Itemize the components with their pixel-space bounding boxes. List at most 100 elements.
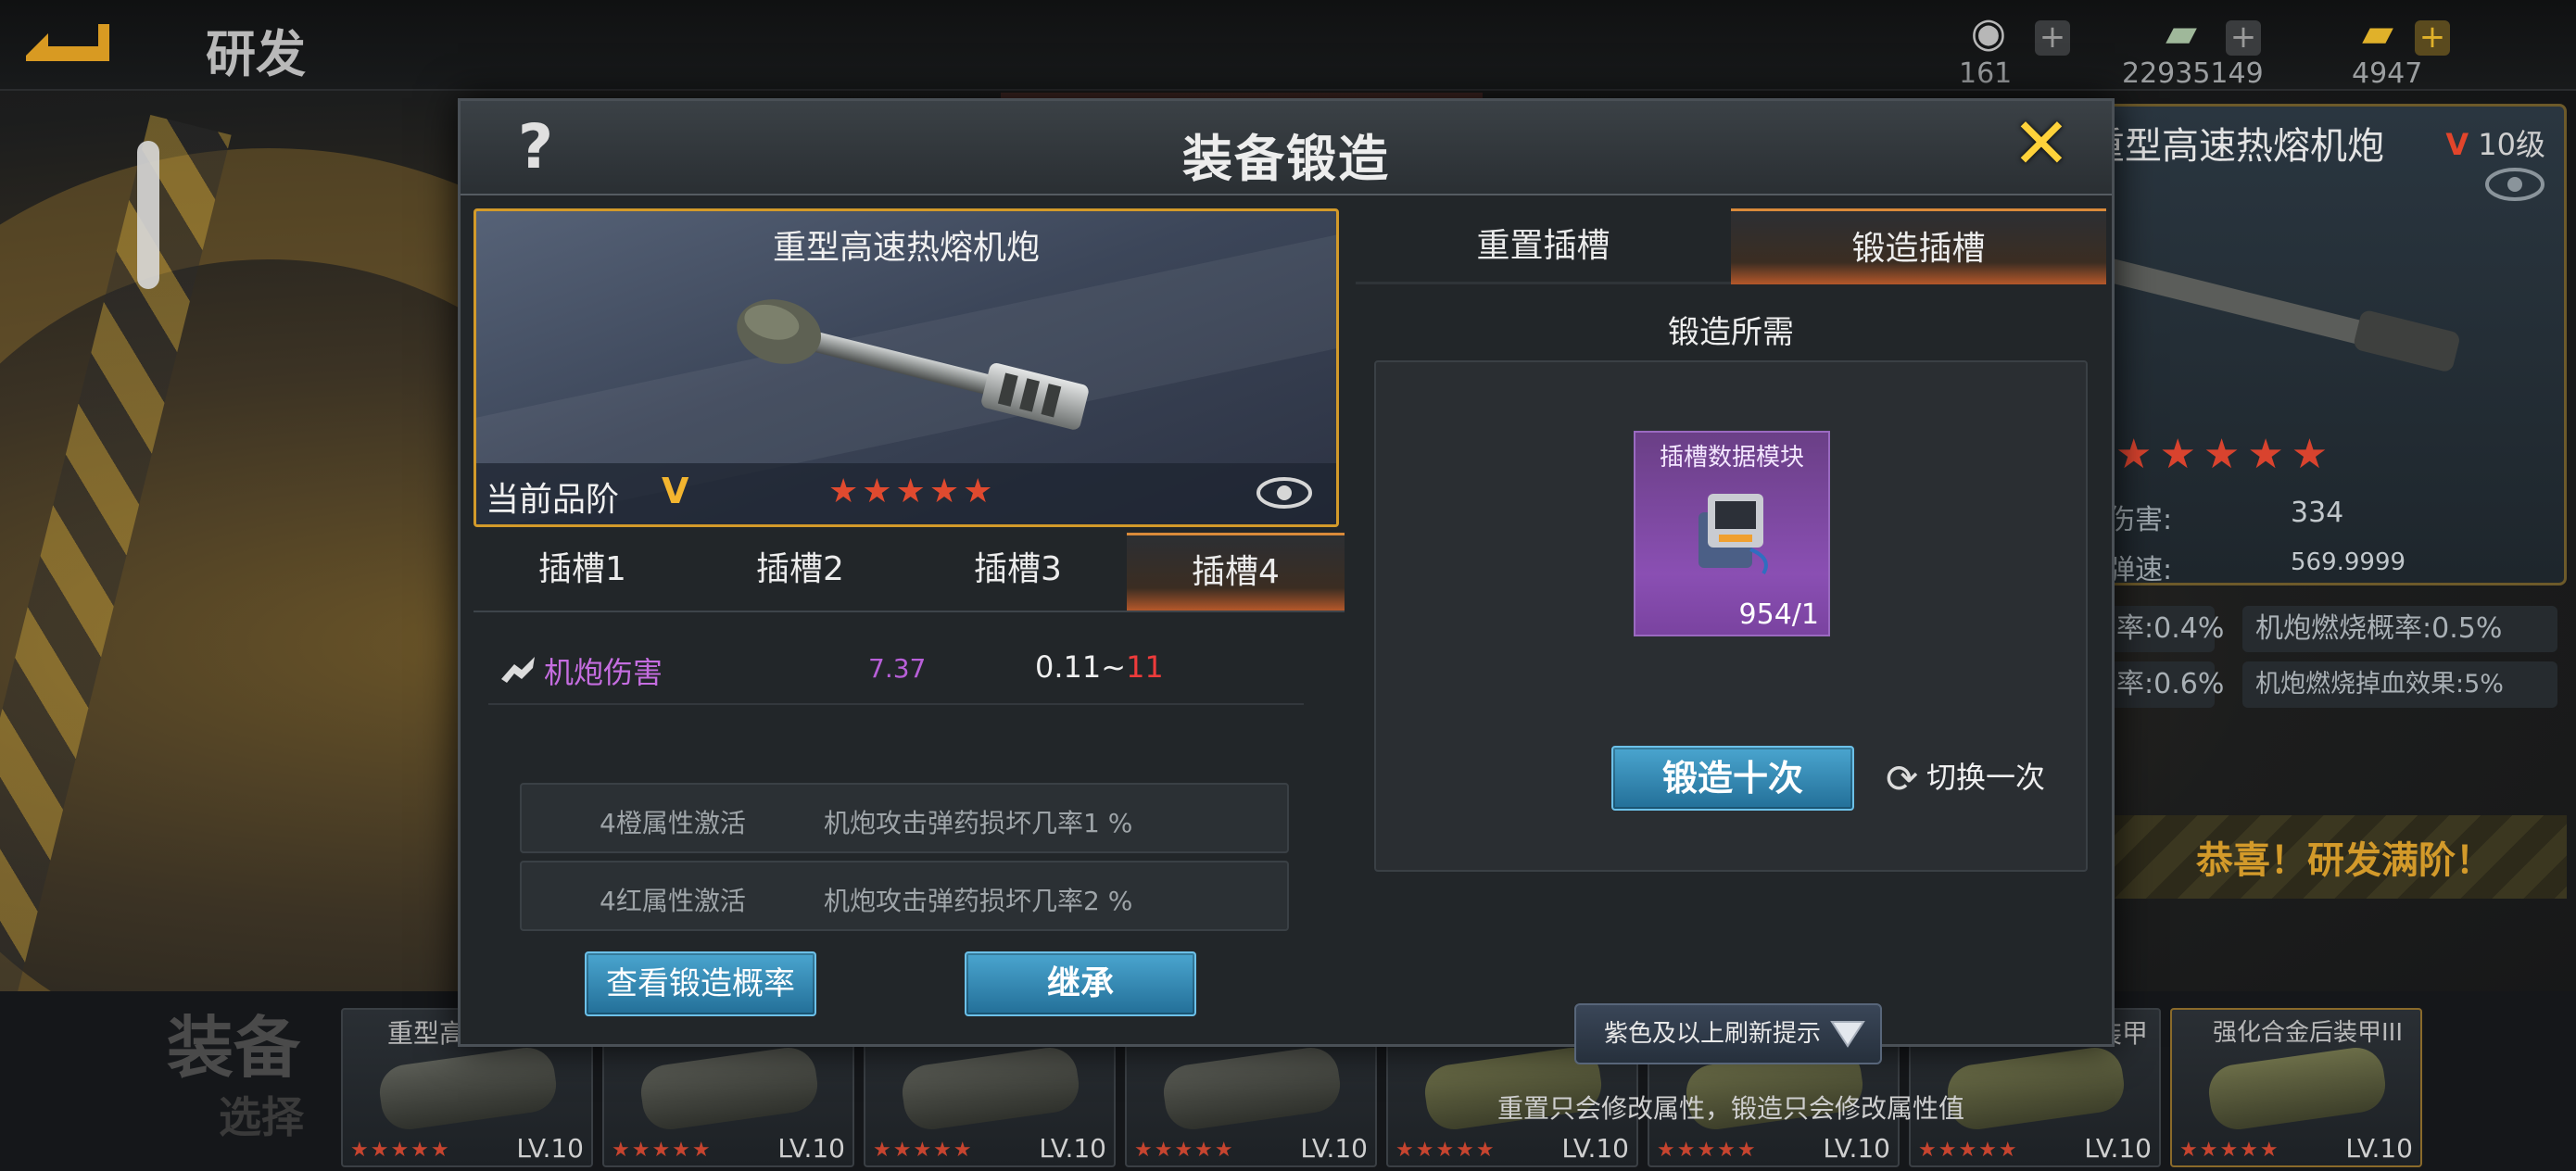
switch-once-toggle[interactable]: ⟳ 切换一次 <box>1886 751 2045 803</box>
add-cash-button[interactable]: + <box>2226 20 2261 56</box>
material-count: 954/1 <box>1738 598 1819 631</box>
grade-label: 当前品阶 <box>486 481 620 519</box>
attribute-range-max: 11 <box>1126 649 1164 685</box>
card-image <box>376 1044 560 1133</box>
slot-tabs: 插槽1 插槽2 插槽3 插槽4 <box>474 533 1345 612</box>
page-title: 研发 <box>206 25 306 83</box>
cannon-damage-glyph <box>501 657 535 683</box>
medal-icon: ◉ <box>1970 9 2007 57</box>
bg-chip: 机炮燃烧概率:0.5% <box>2242 606 2557 652</box>
bonus-label: 4橙属性激活 <box>600 808 746 838</box>
equipment-grade: V <box>2445 127 2469 162</box>
view-forge-rate-button[interactable]: 查看锻造概率 <box>585 951 816 1016</box>
equipment-name: 重型高速热熔机炮 <box>2088 125 2384 168</box>
bonus-row: 4橙属性激活 机炮攻击弹药损坏几率1 % <box>520 783 1289 853</box>
forge-dialog: ? 装备锻造 ✕ 重型高速热熔机炮 当前品阶 V ★★★★★ 插槽1 插槽2 插… <box>458 98 2115 1124</box>
card-stars: ★★★★★ <box>1395 1139 1496 1162</box>
item-name: 重型高速热熔机炮 <box>772 229 1040 267</box>
tab-slot-1[interactable]: 插槽1 <box>474 533 691 611</box>
stat-damage-value: 334 <box>2291 497 2344 529</box>
tab-forge-slot[interactable]: 锻造插槽 <box>1731 208 2106 284</box>
medal-count: 161 <box>1959 57 2013 90</box>
cannon-damage-icon <box>498 651 538 688</box>
card-level: LV.10 <box>1823 1133 1890 1164</box>
bg-chip: 率:0.6% <box>2103 661 2224 708</box>
card-image <box>1160 1044 1344 1133</box>
refresh-icon: ⟳ <box>1886 756 1919 801</box>
item-footer: 当前品阶 V ★★★★★ <box>476 463 1336 524</box>
card-image <box>638 1044 821 1133</box>
equipment-level-value: 10级 <box>2478 127 2545 162</box>
cannon-icon <box>737 299 1089 430</box>
strip-label: 装备 <box>167 1009 301 1087</box>
bg-chip: 率:0.4% <box>2103 606 2224 652</box>
card-stars: ★★★★★ <box>2179 1139 2280 1162</box>
grade-value: V <box>662 471 689 511</box>
card-stars: ★★★★★ <box>873 1139 974 1162</box>
equipment-preview <box>2100 258 2459 371</box>
card-image <box>899 1044 1082 1133</box>
banner-text: 恭喜！研发满阶！ <box>2196 839 2493 882</box>
attribute-name: 机炮伤害 <box>544 655 663 690</box>
card-level: LV.10 <box>2345 1133 2413 1164</box>
bonus-description: 机炮攻击弹药损坏几率1 % <box>824 808 1133 838</box>
gold-bars-icon: ▰ <box>2362 9 2393 57</box>
item-display: 重型高速热熔机炮 当前品阶 V ★★★★★ <box>474 208 1339 527</box>
card-level: LV.10 <box>777 1133 845 1164</box>
cash-icon: ▰ <box>2166 9 2197 57</box>
material-slot[interactable]: 插槽数据模块 954/1 <box>1634 431 1830 636</box>
forge-tabs: 重置插槽 锻造插槽 <box>1356 208 2106 284</box>
attribute-value: 7.37 <box>868 653 927 684</box>
card-image <box>2205 1044 2389 1133</box>
eye-icon[interactable] <box>1255 474 1314 511</box>
tab-reset-slot[interactable]: 重置插槽 <box>1356 208 1731 284</box>
card-stars: ★★★★★ <box>1134 1139 1235 1162</box>
scroll-handle[interactable] <box>137 141 159 289</box>
close-button[interactable]: ✕ <box>2008 108 2075 179</box>
max-level-banner: 恭喜！研发满阶！ <box>2103 815 2567 899</box>
attribute-range-min: 0.11~ <box>1035 649 1127 685</box>
requirement-box: 插槽数据模块 954/1 锻造十次 ⟳ 切换一次 <box>1374 360 2088 872</box>
card-level: LV.10 <box>1300 1133 1368 1164</box>
bg-chip: 机炮燃烧掉血效果:5% <box>2242 661 2557 708</box>
forge-note: 重置只会修改属性，锻造只会修改属性值 <box>1496 1093 1964 1124</box>
attribute-range: 0.11~11 <box>1035 649 1164 685</box>
back-button[interactable] <box>17 15 119 70</box>
triangle-down-icon <box>1830 1021 1865 1048</box>
gold-count: 4947 <box>2352 57 2423 90</box>
card-stars: ★★★★★ <box>1918 1139 2019 1162</box>
purple-refresh-filter-dropdown[interactable]: 紫色及以上刷新提示 <box>1574 1003 1882 1064</box>
card-level: LV.10 <box>516 1133 584 1164</box>
dialog-title: 装备锻造 <box>1182 130 1390 188</box>
bonus-description: 机炮攻击弹药损坏几率2 % <box>824 886 1133 916</box>
dialog-header: ? 装备锻造 ✕ <box>461 101 2112 195</box>
tab-slot-4[interactable]: 插槽4 <box>1127 533 1345 611</box>
tab-slot-2[interactable]: 插槽2 <box>691 533 909 611</box>
material-name: 插槽数据模块 <box>1659 444 1804 472</box>
tab-slot-3[interactable]: 插槽3 <box>909 533 1127 611</box>
card-level: LV.10 <box>1039 1133 1106 1164</box>
add-medal-button[interactable]: + <box>2035 20 2070 56</box>
card-level: LV.10 <box>1561 1133 1629 1164</box>
add-gold-button[interactable]: + <box>2415 20 2450 56</box>
eye-icon[interactable] <box>2484 166 2545 203</box>
close-icon: ✕ <box>2012 102 2071 184</box>
equipment-level: V 10级 <box>2445 121 2545 164</box>
cash-count: 22935149 <box>2122 57 2264 90</box>
requirement-title: 锻造所需 <box>1668 314 1794 351</box>
bonus-label: 4红属性激活 <box>600 886 746 916</box>
data-module-icon <box>1698 494 1768 575</box>
top-bar: 研发 ◉ + 161 ▰ + 22935149 ▰ + 4947 <box>0 0 2576 91</box>
back-arrow-icon <box>26 24 109 61</box>
inherit-button[interactable]: 继承 <box>965 951 1196 1016</box>
card-level: LV.10 <box>2084 1133 2152 1164</box>
card-name: 强化合金后装甲III <box>2213 1019 2404 1047</box>
equipment-card[interactable]: 强化合金后装甲III ★★★★★ LV.10 <box>2170 1008 2422 1167</box>
card-name: 重型高 <box>387 1018 466 1049</box>
forge-ten-button[interactable]: 锻造十次 <box>1611 746 1854 811</box>
forge-panel: 重置插槽 锻造插槽 锻造所需 插槽数据模块 954/1 锻造十次 ⟳切换一次 <box>1356 208 2106 1124</box>
stat-speed-label: 弹速: <box>2107 554 2173 586</box>
card-stars: ★★★★★ <box>612 1139 713 1162</box>
card-stars: ★★★★★ <box>350 1139 451 1162</box>
strip-sublabel: 选择 <box>219 1092 304 1142</box>
